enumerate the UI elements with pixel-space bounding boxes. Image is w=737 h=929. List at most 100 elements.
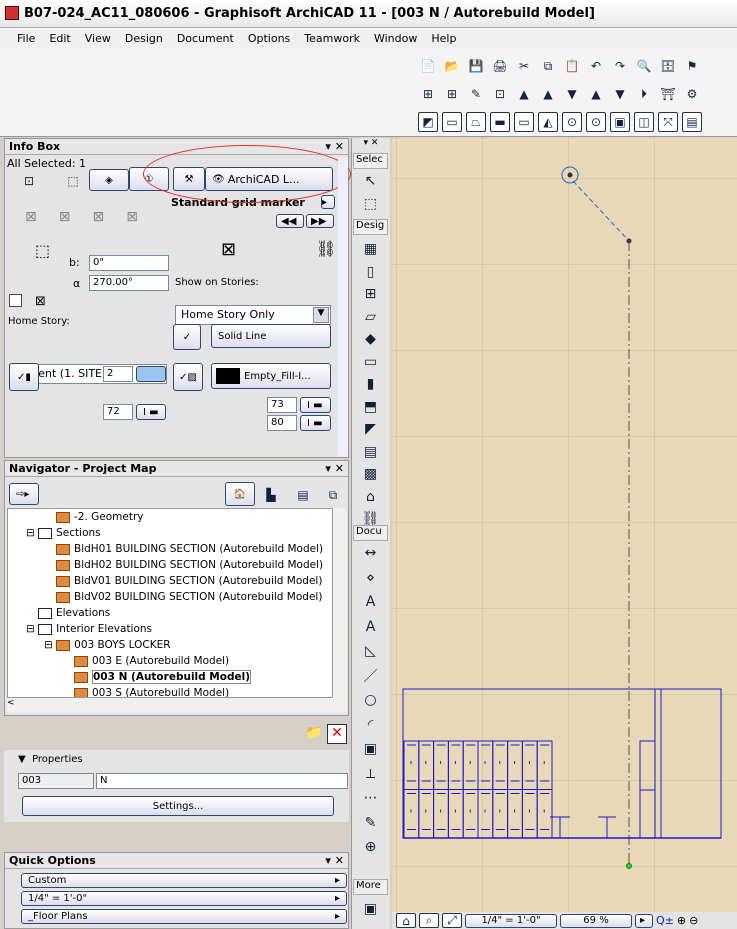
close-icon[interactable]: ▾ ✕: [325, 462, 344, 475]
scrollbar[interactable]: [338, 157, 348, 457]
document-tool[interactable]: ／: [353, 665, 388, 687]
scale-button[interactable]: 1/4" = 1'-0": [465, 913, 557, 928]
document-tool[interactable]: ⊕: [353, 836, 388, 858]
document-tool[interactable]: ⟂: [353, 763, 388, 785]
menu-file[interactable]: File: [10, 32, 42, 45]
design-tool[interactable]: ▦: [353, 238, 388, 260]
toolbar-icon[interactable]: ◭: [538, 112, 558, 132]
toolbar-icon[interactable]: ▭: [514, 112, 534, 132]
design-tool[interactable]: ▭: [353, 351, 388, 373]
zoom-window-icon[interactable]: ⌕: [419, 913, 439, 928]
toolbar-icon[interactable]: ▤: [682, 112, 702, 132]
toolbar-icon[interactable]: 🗄: [658, 56, 678, 76]
settings-button[interactable]: Settings...: [22, 796, 334, 816]
toolbar-icon[interactable]: ⏢: [466, 112, 486, 132]
toolbar-icon[interactable]: 🖨: [490, 56, 510, 76]
zoom-in-icon[interactable]: ⊕: [677, 914, 686, 927]
toolbar-icon[interactable]: ⏵: [634, 84, 654, 104]
layer-button[interactable]: ◈: [89, 169, 129, 191]
toolbar-icon[interactable]: ⊞: [418, 84, 438, 104]
id-field[interactable]: 003: [18, 773, 94, 789]
toolbar-icon[interactable]: ▲: [514, 84, 534, 104]
fill-toggle[interactable]: ✓▨: [173, 363, 203, 391]
properties-toggle[interactable]: ▼ Properties: [18, 754, 83, 765]
menu-teamwork[interactable]: Teamwork: [297, 32, 367, 45]
document-tool[interactable]: ⋯: [353, 787, 388, 809]
document-tool[interactable]: ✎: [353, 812, 388, 834]
pen-toggle[interactable]: ✓▮: [9, 363, 39, 391]
tree-item[interactable]: BldH02 BUILDING SECTION (Autorebuild Mod…: [8, 557, 332, 573]
toolbar-icon[interactable]: 💾: [466, 56, 486, 76]
tree-item[interactable]: ⊟ 003 BOYS LOCKER: [8, 637, 332, 653]
toolbar-icon[interactable]: 🔍: [634, 56, 654, 76]
pen-field[interactable]: 80: [267, 415, 297, 431]
pen-color-button[interactable]: I ▬: [300, 397, 331, 413]
design-tool[interactable]: ◤: [353, 418, 388, 440]
tree-item[interactable]: BldV02 BUILDING SECTION (Autorebuild Mod…: [8, 589, 332, 605]
vertical-scrollbar[interactable]: [333, 508, 347, 698]
angle-field[interactable]: 270.00°: [89, 275, 169, 291]
toolbar-icon[interactable]: ▼: [562, 84, 582, 104]
tree-item[interactable]: -2. Geometry: [8, 509, 332, 525]
element-menu-button[interactable]: ▸: [321, 195, 335, 209]
toolbar-icon[interactable]: ◩: [418, 112, 438, 132]
line-type-toggle[interactable]: ✓: [173, 324, 201, 350]
toolbar-icon[interactable]: ⛩: [658, 84, 678, 104]
design-tool[interactable]: ⬒: [353, 396, 388, 418]
document-tool[interactable]: A: [353, 616, 388, 638]
toolbar-icon[interactable]: ⊙: [562, 112, 582, 132]
fill-button[interactable]: Empty_Fill-I...: [211, 363, 331, 389]
close-icon[interactable]: ▾ ✕: [325, 140, 344, 153]
document-tool[interactable]: ◜: [353, 714, 388, 736]
publisher-tab[interactable]: ⧉: [323, 485, 343, 505]
drawing-canvas[interactable]: [392, 138, 737, 912]
menu-help[interactable]: Help: [424, 32, 463, 45]
toolbar-icon[interactable]: ⧉: [538, 56, 558, 76]
toolbar-icon[interactable]: ⤧: [658, 112, 678, 132]
home-icon[interactable]: ⌂: [396, 913, 416, 928]
design-tool[interactable]: ▯: [353, 261, 388, 283]
tree-item[interactable]: 003 S (Autorebuild Model): [8, 685, 332, 697]
design-tool[interactable]: ▩: [353, 463, 388, 485]
project-map-tab[interactable]: 🏠: [225, 482, 255, 506]
pen-color-button[interactable]: I ▬: [300, 415, 331, 431]
menu-window[interactable]: Window: [367, 32, 424, 45]
quick-option[interactable]: Custom ▸: [21, 873, 347, 888]
toolbar-icon[interactable]: ⊡: [490, 84, 510, 104]
toolbar-icon[interactable]: ↶: [586, 56, 606, 76]
zoom-fit-icon[interactable]: Q±: [656, 914, 674, 927]
checkbox[interactable]: [9, 294, 22, 307]
design-tool[interactable]: ⊞: [353, 283, 388, 305]
document-tool[interactable]: ◺: [353, 640, 388, 662]
toolbar-icon[interactable]: ▬: [490, 112, 510, 132]
toolbar-icon[interactable]: ▣: [610, 112, 630, 132]
tree-item[interactable]: ⊟ Sections: [8, 525, 332, 541]
design-tool[interactable]: ▱: [353, 306, 388, 328]
menu-document[interactable]: Document: [170, 32, 241, 45]
close-icon[interactable]: ▾ ✕: [325, 854, 344, 867]
toolbar-icon[interactable]: ⊞: [442, 84, 462, 104]
tree-item[interactable]: Elevations: [8, 605, 332, 621]
menu-view[interactable]: View: [78, 32, 118, 45]
toolbar-icon[interactable]: ✎: [466, 84, 486, 104]
pen-field[interactable]: 72: [103, 404, 133, 420]
collapse-icon[interactable]: ⊟: [44, 639, 56, 651]
pen-color-button[interactable]: [136, 366, 166, 382]
collapse-icon[interactable]: ⊟: [26, 527, 38, 539]
previous-button[interactable]: ◀◀: [276, 214, 304, 228]
layout-book-tab[interactable]: ▤: [293, 485, 313, 505]
design-tool[interactable]: ◆: [353, 328, 388, 350]
arrow-tool[interactable]: ↖: [353, 170, 388, 192]
quick-option[interactable]: 1/4" = 1'-0" ▸: [21, 891, 347, 906]
new-folder-icon[interactable]: 📁: [305, 725, 322, 741]
toolbar-icon[interactable]: ▼: [610, 84, 630, 104]
chain-icon[interactable]: ⛓: [316, 239, 336, 258]
navigator-preview-icon[interactable]: ⤢: [442, 913, 462, 928]
toolbar-icon[interactable]: ↷: [610, 56, 630, 76]
navigator-menu-button[interactable]: ⇨▸: [9, 483, 39, 505]
document-tool[interactable]: ▣: [353, 738, 388, 760]
document-tool[interactable]: ↔: [353, 542, 388, 564]
tree-item[interactable]: 003 E (Autorebuild Model): [8, 653, 332, 669]
tree-item[interactable]: BldV01 BUILDING SECTION (Autorebuild Mod…: [8, 573, 332, 589]
toolbar-icon[interactable]: ▲: [538, 84, 558, 104]
